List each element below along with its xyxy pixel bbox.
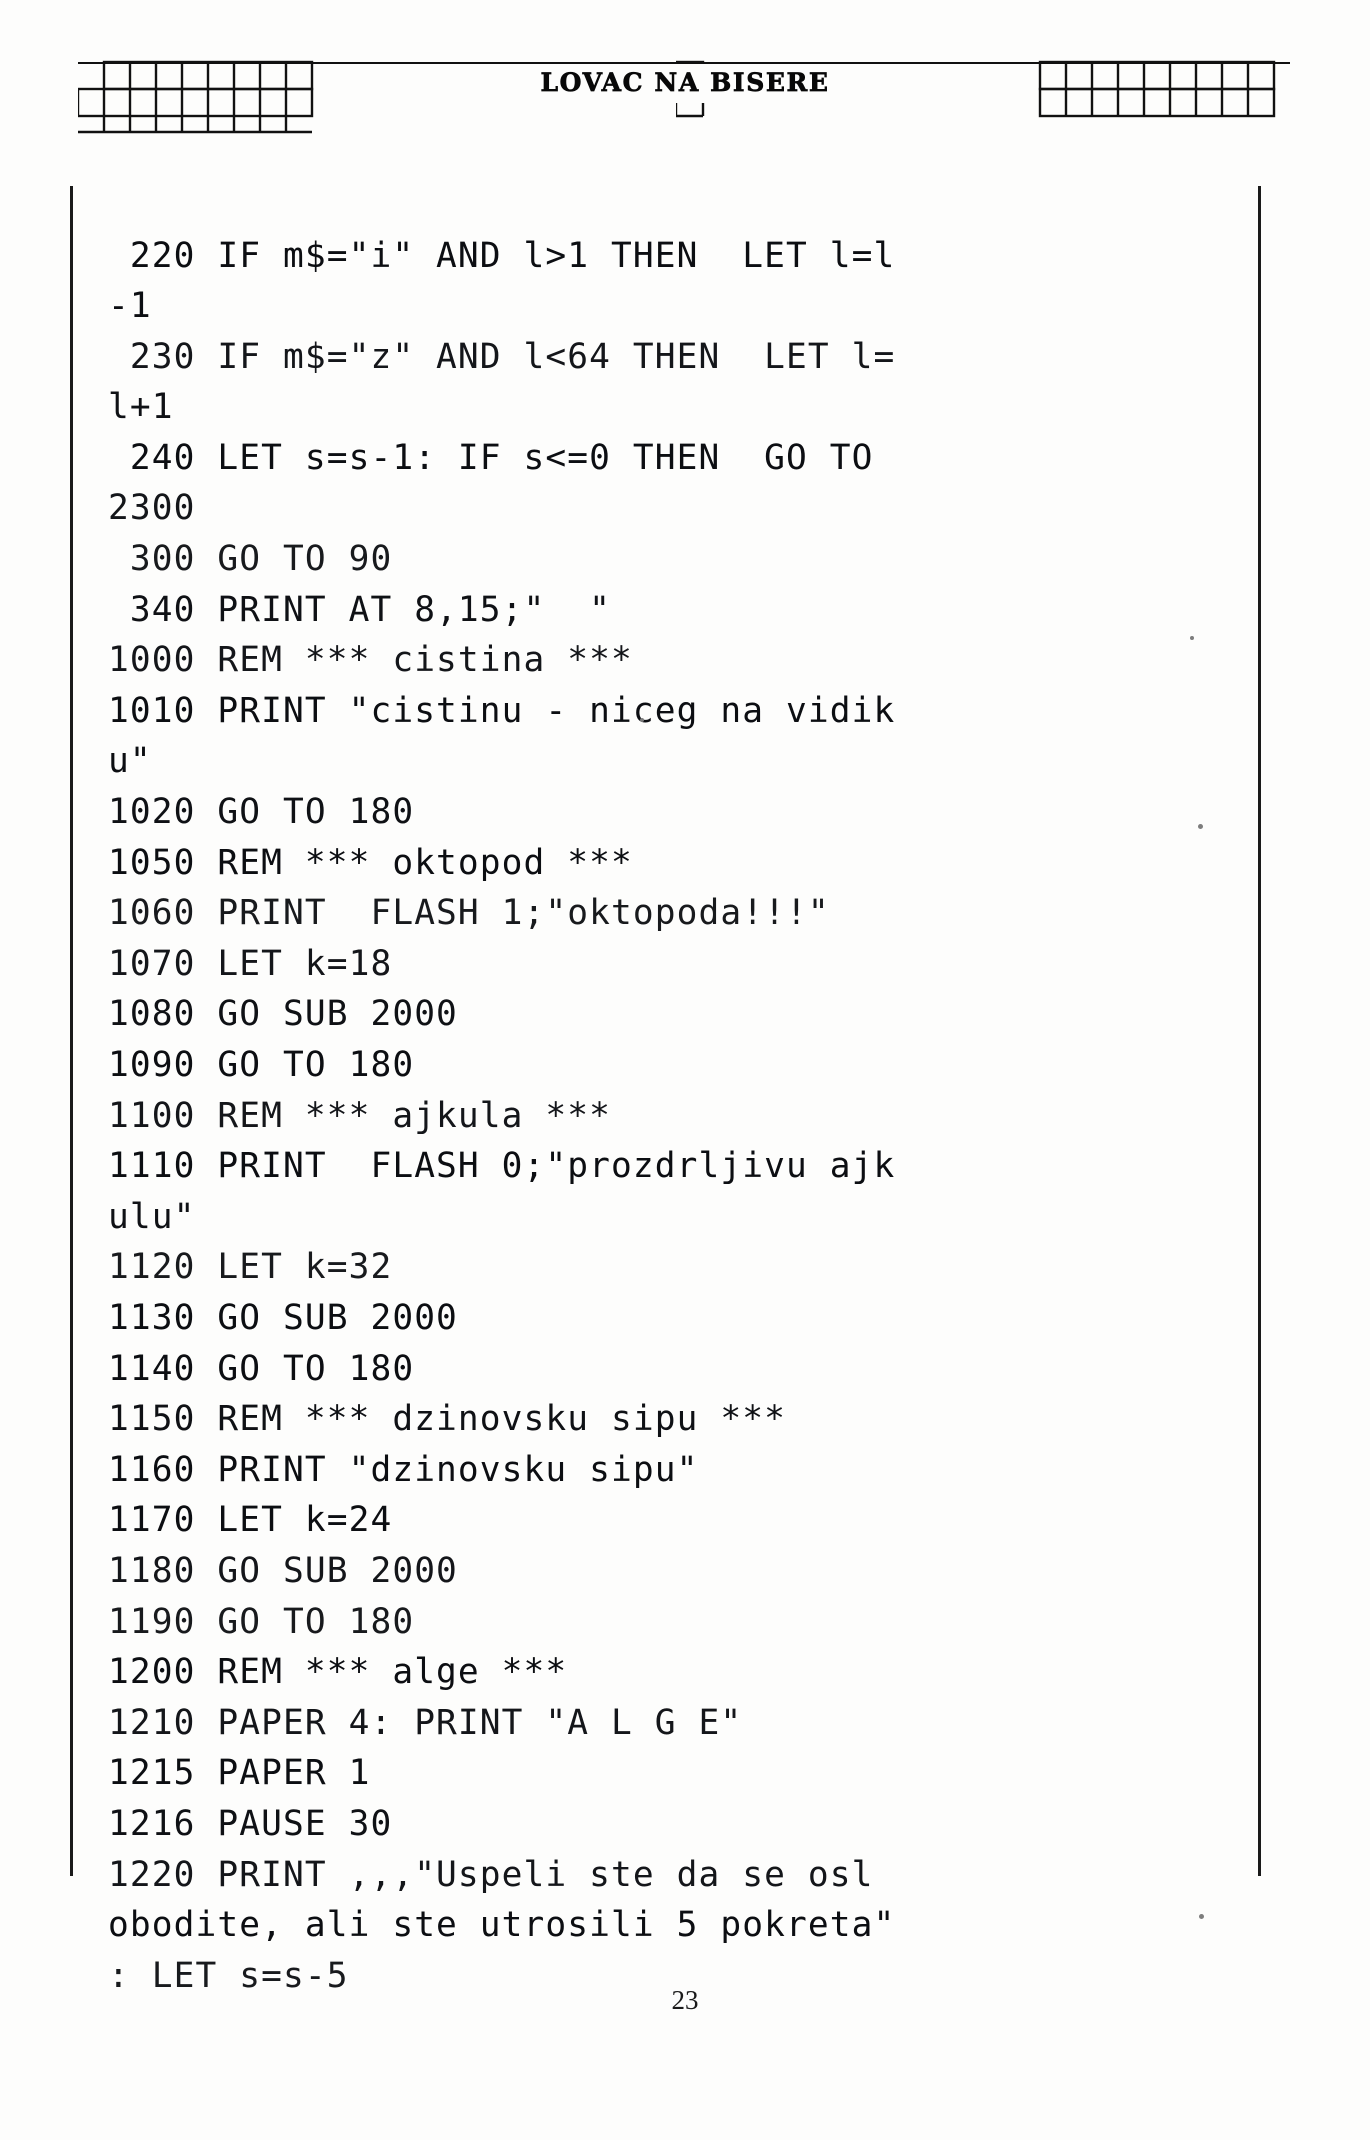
- listing-line: 1130 GO SUB 2000: [108, 1297, 458, 1338]
- listing-line: 1215 PAPER 1: [108, 1753, 371, 1794]
- header-left-grid-decoration: [78, 60, 314, 134]
- listing-line: 240 LET s=s-1: IF s<=0 THEN GO TO: [108, 437, 874, 478]
- listing-line: 1000 REM *** cistina ***: [108, 640, 633, 681]
- scan-speck: [1198, 824, 1203, 829]
- listing-line: 1170 LET k=24: [108, 1500, 393, 1541]
- listing-line: 1220 PRINT ,,,"Uspeli ste da se osl: [108, 1854, 874, 1895]
- page-number: 23: [671, 1985, 699, 2015]
- listing-line: 1110 PRINT FLASH 0;"prozdrljivu ajk: [108, 1146, 896, 1187]
- listing-line: 1160 PRINT "dzinovsku sipu": [108, 1449, 699, 1490]
- basic-program-listing: 220 IF m$="i" AND l>1 THEN LET l=l -1 230…: [108, 231, 1268, 2002]
- listing-line: obodite, ali ste utrosili 5 pokreta": [108, 1905, 896, 1946]
- listing-line: 1210 PAPER 4: PRINT "A L G E": [108, 1702, 743, 1743]
- listing-line: 1200 REM *** alge ***: [108, 1652, 568, 1693]
- listing-line: u": [108, 741, 152, 782]
- listing-line: 1050 REM *** oktopod ***: [108, 842, 633, 883]
- listing-line: 230 IF m$="z" AND l<64 THEN LET l=: [108, 336, 896, 377]
- listing-line: 1060 PRINT FLASH 1;"oktopoda!!!": [108, 893, 830, 934]
- listing-line: 1010 PRINT "cistinu - niceg na vidik: [108, 690, 896, 731]
- listing-line: 1100 REM *** ajkula ***: [108, 1095, 612, 1136]
- listing-line: ulu": [108, 1196, 196, 1237]
- scan-speck: [1190, 636, 1194, 640]
- listing-line: 1180 GO SUB 2000: [108, 1550, 458, 1591]
- page-header: LOVAC NA BISERE: [0, 0, 1370, 150]
- listing-line: 2300: [108, 488, 196, 529]
- scan-speck: [640, 718, 644, 722]
- listing-line: -1: [108, 286, 152, 327]
- listing-line: 1120 LET k=32: [108, 1247, 393, 1288]
- listing-line: l+1: [108, 387, 174, 428]
- page-title: LOVAC NA BISERE: [520, 64, 850, 103]
- scan-speck: [1199, 1914, 1204, 1919]
- document-page: LOVAC NA BISERE 220 IF m$="i" AND l>1 TH…: [0, 0, 1370, 2140]
- listing-line: 1216 PAUSE 30: [108, 1803, 393, 1844]
- listing-line: 1140 GO TO 180: [108, 1348, 415, 1389]
- listing-line: 1070 LET k=18: [108, 943, 393, 984]
- listing-line: 1080 GO SUB 2000: [108, 994, 458, 1035]
- listing-line: 340 PRINT AT 8,15;" ": [108, 589, 612, 630]
- listing-line: 1190 GO TO 180: [108, 1601, 415, 1642]
- listing-line: 1150 REM *** dzinovsku sipu ***: [108, 1399, 786, 1440]
- listing-line: 220 IF m$="i" AND l>1 THEN LET l=l: [108, 235, 896, 276]
- listing-line: 1090 GO TO 180: [108, 1045, 415, 1085]
- listing-line: 1020 GO TO 180: [108, 792, 415, 833]
- listing-line: 300 GO TO 90: [108, 539, 393, 580]
